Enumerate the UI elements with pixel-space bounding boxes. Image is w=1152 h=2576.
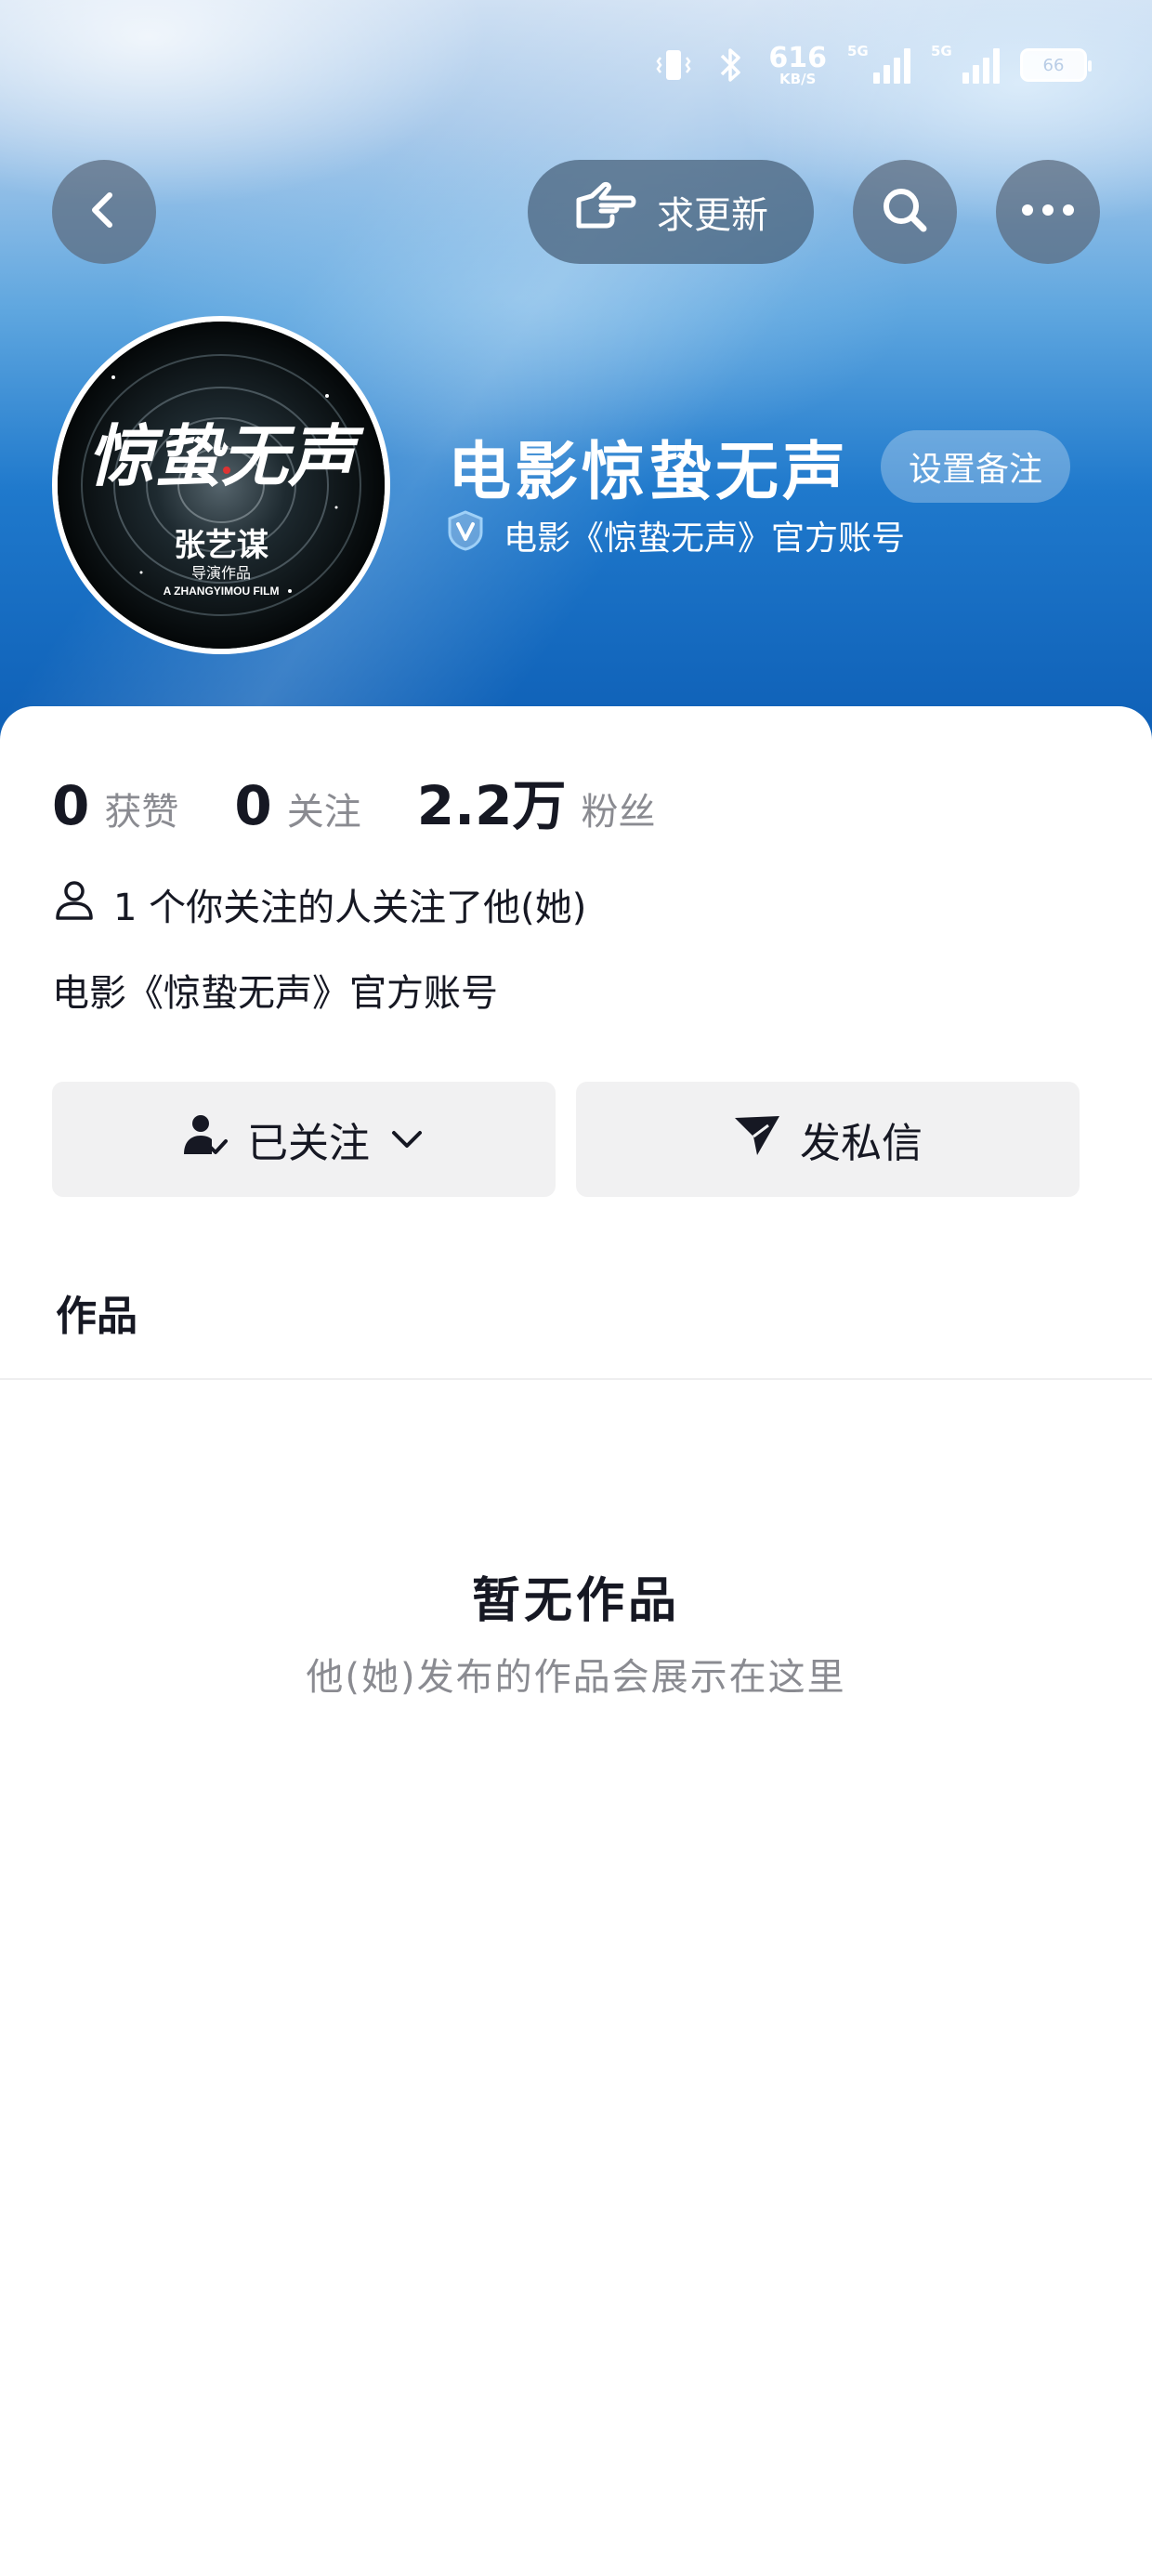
person-check-icon [182,1111,229,1168]
more-dots-icon [1018,201,1078,223]
stat-likes-label: 获赞 [104,791,179,834]
verification-row: 电影《惊蛰无声》官方账号 [444,509,905,560]
person-icon [52,877,97,931]
profile-content-card: 0 获赞 0 关注 2.2万 粉丝 1 个你关注的人关注了他(她) 电影《惊蛰无… [0,706,1152,2576]
stat-likes-value: 0 [52,774,90,837]
stat-following[interactable]: 0 关注 [234,774,360,837]
stat-followers-label: 粉丝 [581,791,656,834]
pointing-hand-icon [573,179,638,244]
followed-label: 已关注 [247,1120,370,1167]
stat-likes[interactable]: 0 获赞 [52,774,178,837]
stat-followers[interactable]: 2.2万 粉丝 [417,762,656,840]
request-update-label: 求更新 [657,194,768,237]
profile-bio: 电影《惊蛰无声》官方账号 [52,972,498,1015]
battery-icon: 66 [1020,48,1092,82]
verified-badge-icon [444,509,487,560]
stats-row: 0 获赞 0 关注 2.2万 粉丝 [52,762,711,840]
search-icon [877,182,933,242]
profile-name-row: 电影惊蛰无声 设置备注 [448,420,1071,512]
stat-followers-value: 2.2万 [416,774,567,837]
signal-sim1-icon: 5G [847,43,910,84]
network-speed-unit: KB/S [779,70,817,87]
send-message-button[interactable]: 发私信 [576,1082,1080,1197]
chevron-left-icon [78,184,130,240]
paper-plane-icon [733,1112,781,1167]
sim1-network-label: 5G [847,43,869,59]
stat-following-value: 0 [234,774,272,837]
mutual-follow-row[interactable]: 1 个你关注的人关注了他(她) [52,877,586,931]
profile-name: 电影惊蛰无声 [448,436,850,509]
network-speed-value: 616 [768,41,827,74]
avatar-en-text: A ZHANGYIMOU FILM [164,585,280,598]
send-message-label: 发私信 [800,1120,923,1167]
more-button[interactable] [996,160,1100,264]
avatar-title-text: 惊蛰无声 [87,420,365,494]
empty-state-title: 暂无作品 [471,1573,680,1629]
sim2-network-label: 5G [931,43,952,59]
status-bar: 616 KB/S 5G 5G 66 [653,37,1092,93]
tab-works[interactable]: 作品 [56,1282,137,1342]
tab-divider [0,1378,1152,1380]
empty-state-subtitle: 他(她)发布的作品会展示在这里 [306,1656,846,1699]
chevron-down-icon [388,1116,425,1163]
set-remark-button[interactable]: 设置备注 [881,429,1071,503]
avatar-image: 惊蛰无声 张艺谋 导演作品 A ZHANGYIMOU FILM [58,322,385,649]
avatar[interactable]: 惊蛰无声 张艺谋 导演作品 A ZHANGYIMOU FILM [52,316,390,654]
network-speed: 616 KB/S [768,41,827,87]
mutual-follow-text: 1 个你关注的人关注了他(她) [113,887,587,929]
bluetooth-icon [714,45,748,85]
search-button[interactable] [853,160,957,264]
back-button[interactable] [52,160,156,264]
followed-button[interactable]: 已关注 [52,1082,556,1197]
request-update-button[interactable]: 求更新 [528,160,814,264]
verified-text: 电影《惊蛰无声》官方账号 [504,519,906,558]
vibrate-icon [653,45,694,85]
battery-level: 66 [1042,55,1065,75]
stat-following-label: 关注 [286,791,361,834]
avatar-director-text: 张艺谋 [174,528,268,563]
avatar-sub-text: 导演作品 [191,565,251,582]
signal-sim2-icon: 5G [931,43,1000,84]
